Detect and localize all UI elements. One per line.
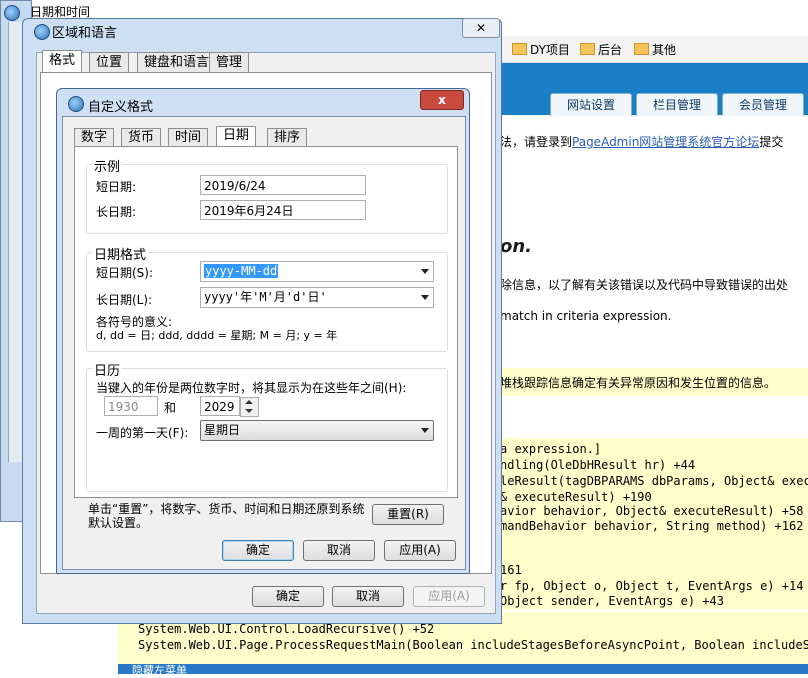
stack-line: & executeResult) +190 bbox=[500, 490, 652, 504]
tab-currency[interactable]: 货币 bbox=[121, 128, 162, 147]
year-spinner[interactable] bbox=[240, 397, 259, 417]
region-ok-button[interactable]: 确定 bbox=[252, 586, 324, 607]
example-long-label: 长日期: bbox=[96, 205, 137, 219]
folder-icon bbox=[634, 43, 649, 55]
tab-location[interactable]: 位置 bbox=[89, 52, 130, 73]
first-day-combo[interactable]: 星期日 bbox=[200, 420, 434, 441]
bookmark-other[interactable]: 其他 bbox=[634, 41, 676, 58]
exception-details: match in criteria expression. bbox=[500, 309, 672, 323]
short-date-format-value[interactable]: yyyy-MM-dd bbox=[204, 264, 279, 278]
tab-admin[interactable]: 管理 bbox=[209, 52, 250, 73]
stack-line: a expression.] bbox=[500, 442, 602, 456]
globe-icon bbox=[68, 96, 84, 112]
tab-date[interactable]: 日期 bbox=[216, 126, 257, 147]
forum-link[interactable]: PageAdmin网站管理系统官方论坛 bbox=[572, 135, 759, 149]
error-heading: on. bbox=[500, 236, 533, 257]
short-date-label: 短日期(S): bbox=[96, 266, 154, 280]
chevron-down-icon[interactable] bbox=[421, 269, 429, 274]
first-day-label: 一周的第一天(F): bbox=[96, 426, 189, 440]
folder-icon bbox=[580, 43, 595, 55]
region-apply-button[interactable]: 应用(A) bbox=[413, 586, 485, 607]
long-date-label: 长日期(L): bbox=[96, 293, 153, 307]
example-short-date-field: 2019/6/24 bbox=[200, 175, 366, 195]
stack-line: ndling(OleDbHResult hr) +44 bbox=[500, 458, 696, 472]
globe-icon bbox=[34, 24, 50, 40]
tab-format[interactable]: 格式 bbox=[42, 50, 83, 73]
tab-sort[interactable]: 排序 bbox=[267, 128, 308, 147]
region-cancel-button[interactable]: 取消 bbox=[332, 586, 404, 607]
hide-menu-bar[interactable]: 隐藏左菜单 bbox=[118, 664, 808, 677]
two-digit-year-label: 当键入的年份是两位数字时，将其显示为在这些年之间(H): bbox=[96, 381, 407, 395]
nav-tab-site-settings[interactable]: 网站设置 bbox=[550, 93, 632, 116]
hide-menu-label[interactable]: 隐藏左菜单 bbox=[132, 662, 187, 678]
stack-line: avior behavior, Object& executeResult) +… bbox=[500, 504, 804, 518]
bookmark-dy[interactable]: DY项目 bbox=[512, 41, 570, 58]
stack-info-text: 堆栈跟踪信息确定有关异常原因和发生位置的信息。 bbox=[500, 376, 777, 390]
stack-line: System.Web.UI.Control.LoadRecursive() +5… bbox=[138, 622, 435, 636]
and-label: 和 bbox=[164, 401, 177, 415]
tab-time[interactable]: 时间 bbox=[168, 128, 209, 147]
first-day-value[interactable]: 星期日 bbox=[204, 423, 240, 437]
bookmarks-bar: DY项目 后台 其他 bbox=[500, 36, 808, 63]
custom-window-title: 自定义格式 bbox=[88, 100, 154, 115]
year-to-field[interactable]: 2029 bbox=[200, 396, 240, 416]
custom-close-button[interactable]: x bbox=[420, 90, 464, 110]
short-date-format-combo[interactable]: yyyy-MM-dd bbox=[200, 261, 434, 282]
nav-tab-column-manage[interactable]: 栏目管理 bbox=[636, 93, 718, 116]
stack-line: System.Web.UI.Page.ProcessRequestMain(Bo… bbox=[138, 638, 808, 652]
forum-hint: 法，请登录到PageAdmin网站管理系统官方论坛提交 bbox=[500, 135, 784, 149]
tab-keyboard-language[interactable]: 键盘和语言 bbox=[137, 52, 217, 73]
chevron-down-icon[interactable] bbox=[421, 428, 429, 433]
stack-line: leResult(tagDBPARAMS dbParams, Object& e… bbox=[500, 474, 808, 488]
folder-icon bbox=[512, 43, 527, 55]
custom-cancel-button[interactable]: 取消 bbox=[303, 540, 375, 561]
stack-line: mandBehavior behavior, String method) +1… bbox=[500, 519, 804, 533]
stack-line: Object sender, EventArgs e) +43 bbox=[500, 594, 724, 608]
chevron-up-icon[interactable] bbox=[245, 400, 253, 404]
example-long-date-field: 2019年6月24日 bbox=[200, 200, 366, 220]
date-formats-title: 日期格式 bbox=[92, 244, 149, 263]
tab-number[interactable]: 数字 bbox=[74, 128, 115, 147]
custom-ok-button[interactable]: 确定 bbox=[222, 540, 294, 561]
reset-note: 单击“重置”，将数字、货币、时间和日期还原到系统默认设置。 bbox=[88, 502, 365, 530]
reset-button[interactable]: 重置(R) bbox=[372, 504, 444, 525]
example-group-title: 示例 bbox=[92, 156, 123, 175]
year-from-field: 1930 bbox=[104, 396, 158, 416]
chevron-down-icon[interactable] bbox=[421, 295, 429, 300]
custom-apply-button[interactable]: 应用(A) bbox=[384, 540, 456, 561]
site-admin-banner: 网站设置 栏目管理 会员管理 bbox=[500, 63, 808, 116]
calendar-group-title: 日历 bbox=[92, 360, 123, 379]
stack-line: r fp, Object o, Object t, EventArgs e) +… bbox=[500, 579, 804, 593]
stack-line: 161 bbox=[500, 563, 522, 577]
long-date-format-value[interactable]: yyyy'年'M'月'd'日' bbox=[204, 290, 327, 304]
example-short-label: 短日期: bbox=[96, 180, 137, 194]
debug-hint: 除信息，以了解有关该错误以及代码中导致错误的出处 bbox=[500, 278, 789, 292]
long-date-format-combo[interactable]: yyyy'年'M'月'd'日' bbox=[200, 287, 434, 308]
bookmark-backend[interactable]: 后台 bbox=[580, 41, 622, 58]
clock-icon bbox=[4, 5, 20, 21]
nav-tab-member-manage[interactable]: 会员管理 bbox=[722, 93, 804, 116]
region-close-button[interactable]: ✕ bbox=[462, 18, 500, 38]
symbol-meaning-text: d, dd = 日; ddd, dddd = 星期; M = 月; y = 年 bbox=[96, 329, 338, 342]
region-window-title: 区域和语言 bbox=[52, 26, 118, 41]
chevron-down-icon[interactable] bbox=[245, 409, 253, 413]
